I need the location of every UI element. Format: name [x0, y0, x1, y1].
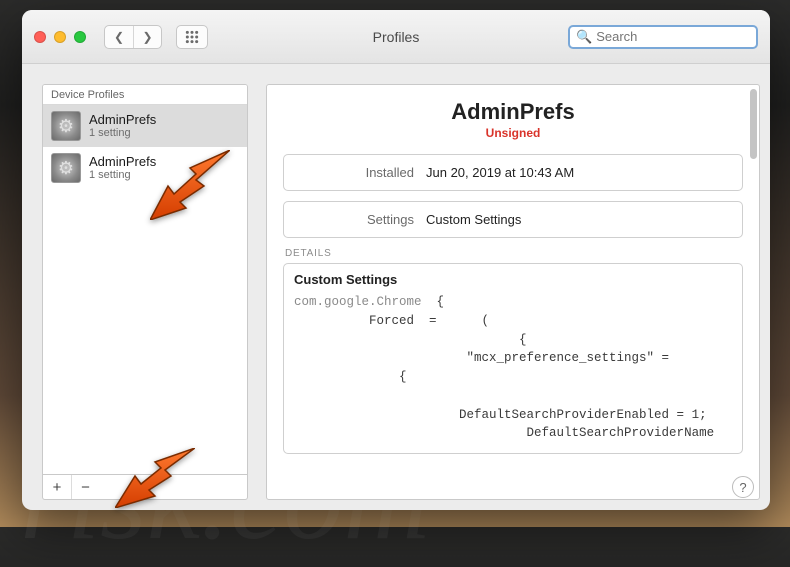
add-profile-button[interactable]: +	[43, 475, 71, 499]
details-code: com.google.Chrome { Forced = ( { "mcx_pr…	[284, 293, 742, 453]
profiles-list: Device Profiles ⚙ AdminPrefs 1 setting ⚙…	[42, 84, 248, 475]
remove-profile-button[interactable]: −	[71, 475, 99, 499]
search-icon: 🔍	[576, 29, 592, 45]
profile-subtext: 1 setting	[89, 127, 156, 140]
chevron-right-icon: ❯	[142, 30, 152, 44]
settings-row: Settings Custom Settings	[283, 201, 743, 238]
search-input[interactable]	[596, 29, 770, 44]
profile-texts: AdminPrefs 1 setting	[89, 154, 156, 183]
profile-subtext: 1 setting	[89, 169, 156, 182]
profile-name: AdminPrefs	[89, 112, 156, 128]
zoom-icon[interactable]	[74, 31, 86, 43]
gear-icon: ⚙	[51, 111, 81, 141]
detail-title: AdminPrefs	[283, 99, 743, 125]
details-box: Custom Settings com.google.Chrome { Forc…	[283, 263, 743, 454]
settings-value: Custom Settings	[426, 212, 730, 227]
detail-scroll[interactable]: AdminPrefs Unsigned Installed Jun 20, 20…	[267, 85, 759, 499]
list-footer: + −	[42, 475, 248, 500]
installed-value: Jun 20, 2019 at 10:43 AM	[426, 165, 730, 180]
nav-back-forward: ❮ ❯	[104, 25, 162, 49]
detail-status: Unsigned	[283, 126, 743, 140]
installed-row: Installed Jun 20, 2019 at 10:43 AM	[283, 154, 743, 191]
grid-icon	[185, 30, 199, 44]
preferences-window: ❮ ❯ Profiles 🔍 Device Profiles	[22, 10, 770, 510]
show-all-button[interactable]	[176, 25, 208, 49]
code-body: { Forced = ( { "mcx_preference_settings"…	[294, 295, 714, 440]
titlebar: ❮ ❯ Profiles 🔍	[22, 10, 770, 64]
back-button[interactable]: ❮	[105, 26, 133, 48]
profile-texts: AdminPrefs 1 setting	[89, 112, 156, 141]
profile-name: AdminPrefs	[89, 154, 156, 170]
window-controls	[34, 31, 86, 43]
chevron-left-icon: ❮	[114, 30, 124, 44]
forward-button[interactable]: ❯	[133, 26, 161, 48]
profile-item[interactable]: ⚙ AdminPrefs 1 setting	[43, 147, 247, 189]
installed-label: Installed	[296, 165, 426, 180]
minimize-icon[interactable]	[54, 31, 66, 43]
help-button[interactable]: ?	[732, 476, 754, 498]
profile-item[interactable]: ⚙ AdminPrefs 1 setting	[43, 105, 247, 147]
window-body: Device Profiles ⚙ AdminPrefs 1 setting ⚙…	[22, 64, 770, 510]
details-box-title: Custom Settings	[284, 264, 742, 293]
list-header: Device Profiles	[43, 85, 247, 105]
details-header: DETAILS	[285, 248, 743, 259]
settings-label: Settings	[296, 212, 426, 227]
search-field[interactable]: 🔍	[568, 25, 758, 49]
code-domain: com.google.Chrome	[294, 295, 422, 309]
close-icon[interactable]	[34, 31, 46, 43]
detail-pane: AdminPrefs Unsigned Installed Jun 20, 20…	[266, 84, 760, 500]
sidebar: Device Profiles ⚙ AdminPrefs 1 setting ⚙…	[42, 84, 248, 500]
gear-icon: ⚙	[51, 153, 81, 183]
